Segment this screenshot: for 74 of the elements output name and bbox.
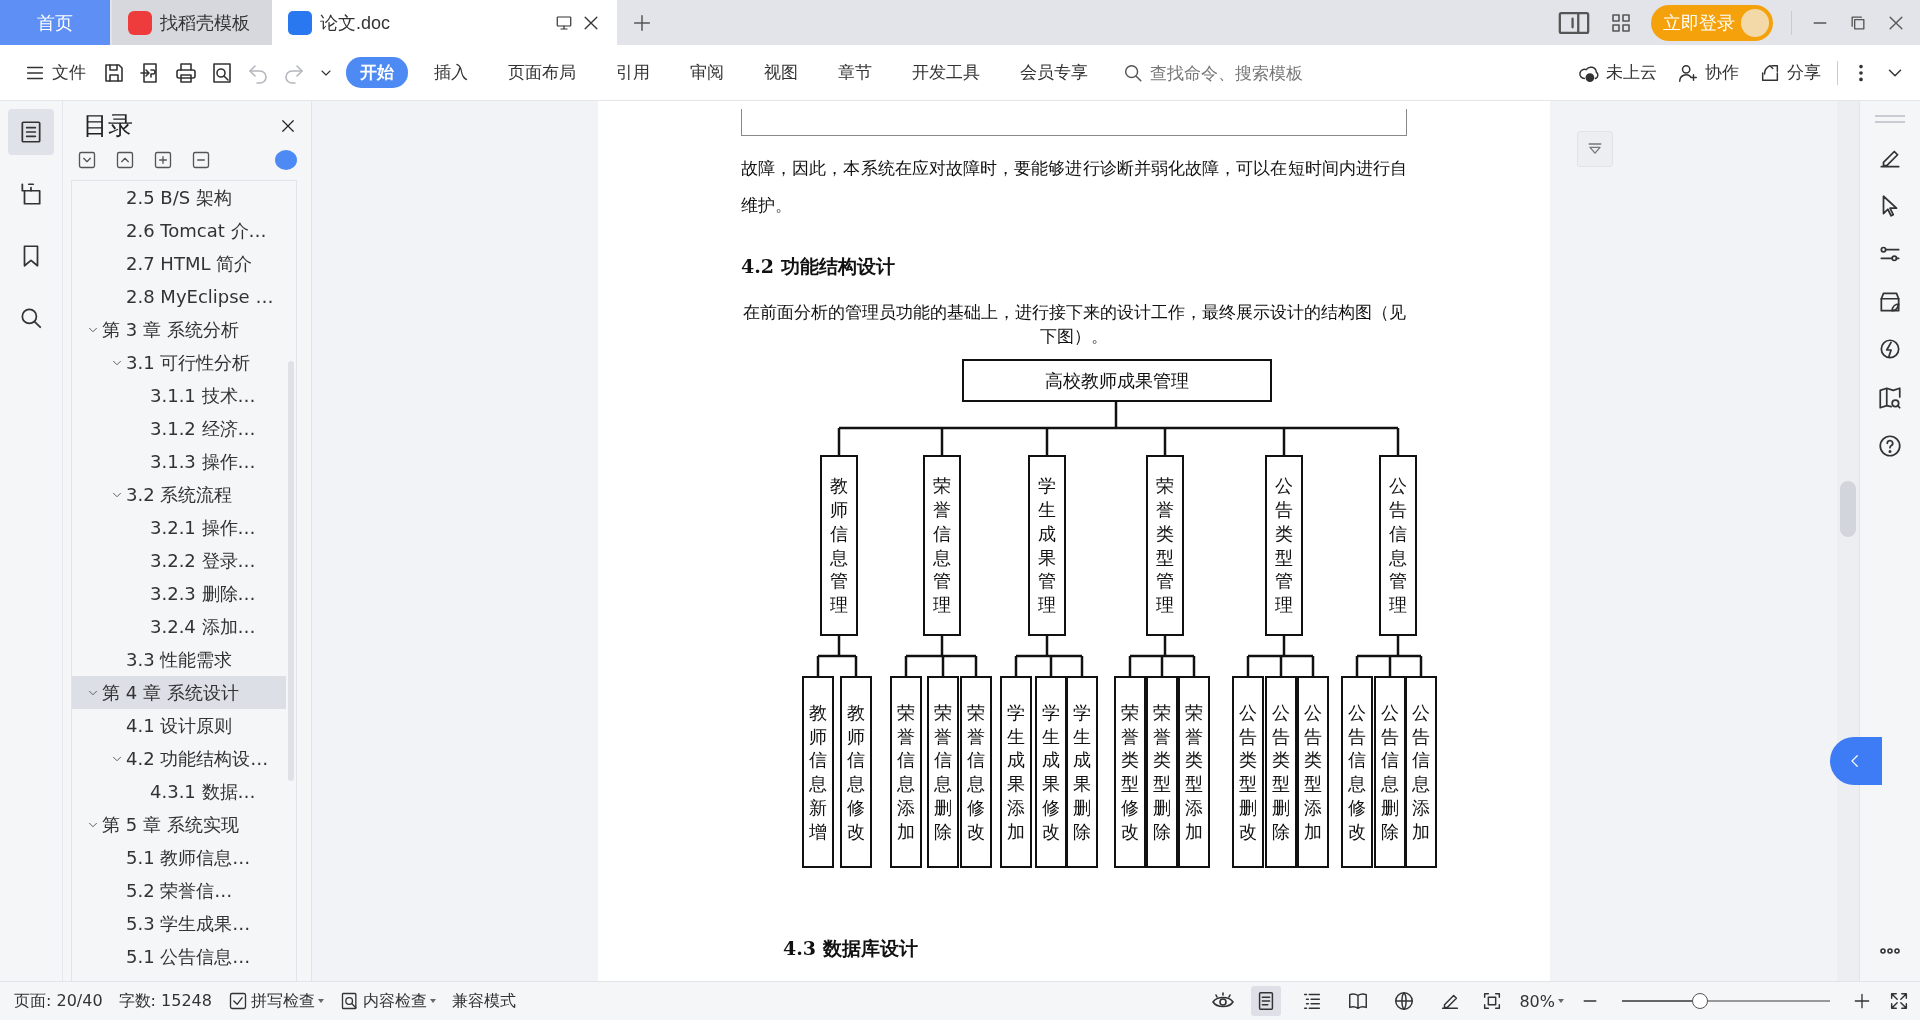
- search-field[interactable]: 查找命令、搜索模板: [1122, 61, 1352, 84]
- chart-node: 荣誉类型添加: [1178, 676, 1210, 868]
- chart-node: 公告信息修改: [1341, 676, 1373, 868]
- toc-item[interactable]: 3.2 系统流程: [72, 478, 286, 511]
- chart-node: 公告类型删除: [1265, 676, 1297, 868]
- panel-title: 目录: [83, 110, 133, 142]
- chart-node: 公告信息管理: [1379, 455, 1417, 636]
- ribbon-tab[interactable]: 插入: [420, 57, 482, 88]
- chart-node: 公告信息删除: [1374, 676, 1406, 868]
- toc-item[interactable]: 第 5 章 系统实现: [72, 808, 286, 841]
- chart-node: 教师信息修改: [840, 676, 872, 868]
- ribbon-tab[interactable]: 引用: [602, 57, 664, 88]
- toc-item[interactable]: 5.1 教师信息…: [72, 841, 286, 874]
- toc-item[interactable]: 3.3 性能需求: [72, 643, 286, 676]
- file-menu[interactable]: 文件: [20, 57, 90, 88]
- toolbar-action[interactable]: 协作: [1673, 57, 1743, 88]
- toc-item[interactable]: 5.3 学生成果…: [72, 907, 286, 940]
- chart-node: 教师信息管理: [820, 455, 858, 636]
- chart-node: 荣誉信息修改: [960, 676, 992, 868]
- toc-item[interactable]: 2.7 HTML 简介: [72, 247, 286, 280]
- toc-item[interactable]: 3.1.2 经济…: [72, 412, 286, 445]
- toc-item[interactable]: 3.2.1 操作…: [72, 511, 286, 544]
- chart-node: 高校教师成果管理: [962, 359, 1272, 402]
- chart-node: 公告类型删改: [1232, 676, 1264, 868]
- toc-item[interactable]: 3.2.2 登录…: [72, 544, 286, 577]
- word-count: 字数: 15248: [118, 990, 212, 1012]
- toolbar-action[interactable]: 未上云: [1574, 57, 1661, 88]
- section-heading: 4.2 功能结构设计: [741, 254, 896, 279]
- chart-node: 荣誉类型管理: [1146, 455, 1184, 636]
- chart-node: 荣誉类型删除: [1146, 676, 1178, 868]
- chart-node: 学生成果管理: [1028, 455, 1066, 636]
- toolbar-action[interactable]: 分享: [1755, 57, 1825, 88]
- toc-item[interactable]: 第 4 章 系统设计: [72, 676, 286, 709]
- content-check-button[interactable]: 内容检查: [339, 990, 436, 1012]
- chart-node: 荣誉信息管理: [923, 455, 961, 636]
- ribbon-tab[interactable]: 章节: [824, 57, 886, 88]
- chart-node: 公告信息添加: [1405, 676, 1437, 868]
- toc-item[interactable]: 3.1 可行性分析: [72, 346, 286, 379]
- toc-item[interactable]: 3.1.1 技术…: [72, 379, 286, 412]
- chart-node: 荣誉信息删除: [927, 676, 959, 868]
- chart-node: 学生成果修改: [1035, 676, 1067, 868]
- body-paragraph: 在前面分析的管理员功能的基础上，进行接下来的设计工作，最终展示设计的结构图（见下图）。: [741, 301, 1407, 348]
- toc-item[interactable]: 3.2.4 添加…: [72, 610, 286, 643]
- toc-item[interactable]: 4.1 设计原则: [72, 709, 286, 742]
- chart-node: 荣誉类型修改: [1114, 676, 1146, 868]
- ribbon-tab[interactable]: 会员专享: [1006, 57, 1102, 88]
- body-paragraph: 故障，因此，本系统在应对故障时，要能够进行诊断并弱化故障，可以在短时间内进行自维护。: [741, 157, 1407, 217]
- toc-item[interactable]: 第 3 章 系统分析: [72, 313, 286, 346]
- chart-node: 学生成果删除: [1066, 676, 1098, 868]
- toc-item[interactable]: 4.3.1 数据…: [72, 775, 286, 808]
- chart-node: 教师信息新增: [802, 676, 834, 868]
- toc-item[interactable]: 5.1 公告信息…: [72, 940, 286, 973]
- section-heading: 4.3 数据库设计: [783, 936, 919, 961]
- ribbon-tab[interactable]: 页面布局: [494, 57, 590, 88]
- toc-item[interactable]: 4.2 功能结构设…: [72, 742, 286, 775]
- title-tab[interactable]: 论文.doc: [272, 0, 617, 45]
- toc-item[interactable]: 3.1.3 操作…: [72, 445, 286, 478]
- toc-item[interactable]: 5.2 荣誉信…: [72, 874, 286, 907]
- toc-item[interactable]: 2.6 Tomcat 介…: [72, 214, 286, 247]
- ribbon-tab[interactable]: 审阅: [676, 57, 738, 88]
- toc-item[interactable]: 3.2.3 删除…: [72, 577, 286, 610]
- chart-node: 学生成果添加: [1000, 676, 1032, 868]
- ribbon-tab[interactable]: 视图: [750, 57, 812, 88]
- chart-node: 公告类型管理: [1265, 455, 1303, 636]
- spell-check-button[interactable]: 拼写检查: [227, 990, 324, 1012]
- zoom-dropdown[interactable]: 80%: [1519, 991, 1564, 1011]
- title-tab[interactable]: 找稻壳模板: [112, 0, 272, 45]
- toc-item[interactable]: 2.5 B/S 架构: [72, 181, 286, 214]
- ribbon-tab[interactable]: 开发工具: [898, 57, 994, 88]
- toc-item[interactable]: 2.8 MyEclipse …: [72, 280, 286, 313]
- compatibility-mode: 兼容模式: [451, 990, 516, 1012]
- page-count: 页面: 20/40: [14, 990, 103, 1012]
- chart-node: 公告类型添加: [1297, 676, 1329, 868]
- chart-node: 荣誉信息添加: [890, 676, 922, 868]
